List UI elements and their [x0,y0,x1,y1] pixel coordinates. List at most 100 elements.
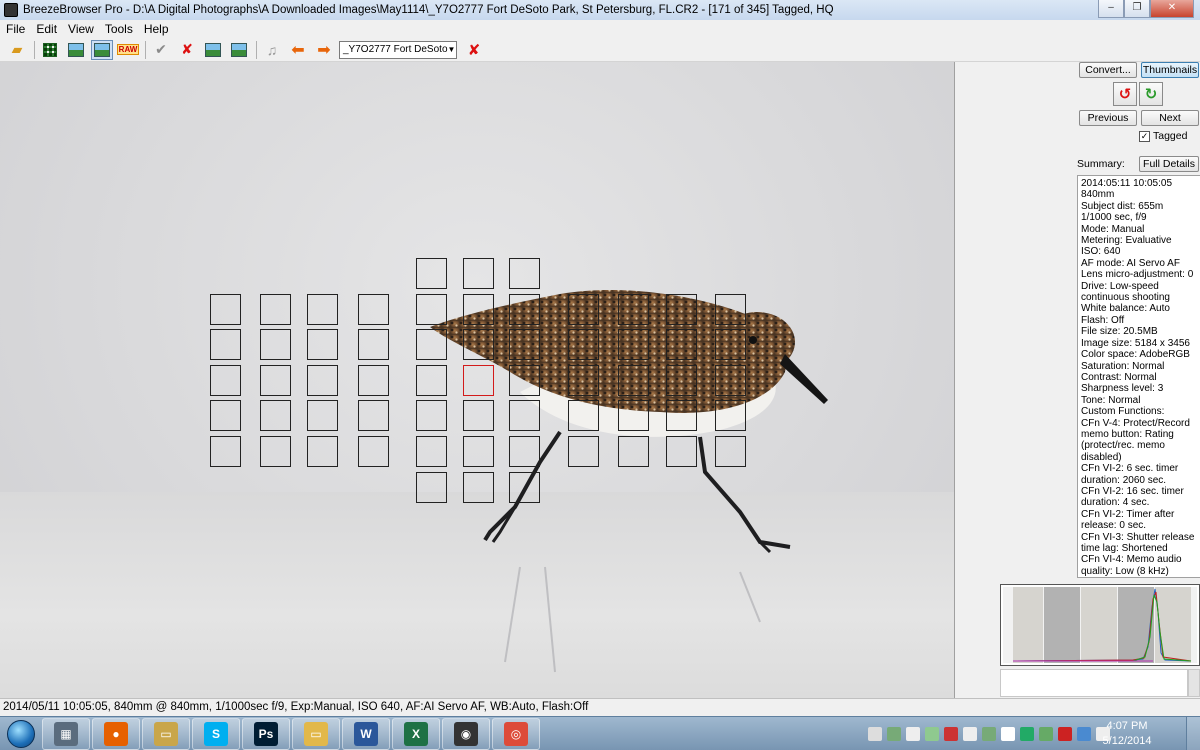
next-image-button[interactable]: ➡ [313,40,335,60]
taskbar-calculator-button[interactable]: ▦ [42,717,90,750]
full-details-button[interactable]: Full Details [1139,156,1199,172]
rotate-left-button[interactable] [202,40,224,60]
delete-button[interactable]: ✘ [463,40,485,60]
raw-convert-button[interactable]: RAW [116,40,140,60]
open-folder-icon: ▰ [11,41,23,57]
af-point [260,329,291,360]
scrollbar[interactable] [1188,669,1200,697]
tagged-checkbox[interactable]: ✓ Tagged [1139,130,1187,142]
thumbnails-button[interactable]: Thumbnails [1141,62,1199,78]
af-point [618,365,649,396]
tray-volume-icon[interactable] [963,727,977,741]
taskbar-firefox-button[interactable]: ● [92,717,140,750]
previous-image-button[interactable]: ⬅ [287,40,309,60]
exif-detail-line: duration: 2060 sec. [1081,474,1167,486]
excel-icon: X [404,721,428,746]
taskbar-photoshop-button[interactable]: Ps [242,717,290,750]
maximize-button[interactable]: ❐ [1124,0,1150,18]
previous-button[interactable]: Previous [1079,110,1137,126]
untag-button[interactable]: ✘ [176,40,198,60]
thumb-preview-icon [68,42,84,57]
thumbnail-preview-button[interactable] [65,40,87,60]
rotate-cw-button[interactable]: ↻ [1139,82,1163,106]
histogram [1000,584,1200,666]
tray-device-icon[interactable] [868,727,882,741]
start-button[interactable] [0,717,42,750]
word-icon: W [354,721,378,746]
exif-detail-line: AF mode: AI Servo AF [1081,257,1180,269]
af-point [568,294,599,325]
tagged-label: Tagged [1153,130,1188,142]
chevron-down-icon: ▼ [447,45,456,54]
taskbar-breezebrowser-button[interactable]: ◉ [442,717,490,750]
window-title: BreezeBrowser Pro - D:\A Digital Photogr… [23,4,834,16]
clock[interactable]: 4:07 PM 5/12/2014 [1092,719,1162,749]
tray-flag-icon[interactable] [1001,727,1015,741]
taskbar-excel-button[interactable]: X [392,717,440,750]
menu-help[interactable]: Help [138,22,174,36]
rotate-right-image-icon [231,42,247,57]
minimize-button[interactable]: – [1098,0,1124,18]
af-point [568,436,599,467]
image-viewer[interactable] [0,62,954,698]
af-point [210,400,241,431]
menu-edit[interactable]: Edit [30,22,62,36]
rotate-cw-icon: ↻ [1144,86,1158,103]
tray-check-icon[interactable] [1020,727,1034,741]
af-point [307,365,338,396]
tray-share-icon[interactable] [982,727,996,741]
af-point [358,329,389,360]
thumbnail-grid-button[interactable] [39,40,61,60]
af-point [358,436,389,467]
open-folder-button[interactable]: ▰ [6,40,28,60]
taskbar-skype-button[interactable]: S [192,717,240,750]
menu-tools[interactable]: Tools [99,22,138,36]
rotate-left-image-icon [205,42,221,57]
exif-detail-line: CFn VI-2: 16 sec. timer [1081,485,1184,497]
grid-icon [43,42,57,57]
tray-acrobat-icon[interactable] [1058,727,1072,741]
tray-shield-icon[interactable] [944,727,958,741]
convert-button[interactable]: Convert... [1079,62,1137,78]
af-point [260,365,291,396]
exif-detail-line: (protect/rec. memo [1081,440,1165,452]
taskbar-word-button[interactable]: W [342,717,390,750]
af-point [260,436,291,467]
af-point [666,294,697,325]
clock-time: 4:07 PM [1106,720,1148,732]
exif-detail-line: Color space: AdobeRGB [1081,349,1190,361]
taskbar-folder-button[interactable]: ▭ [292,717,340,750]
af-point [307,436,338,467]
close-button[interactable]: ✕ [1150,0,1194,18]
next-button[interactable]: Next [1141,110,1199,126]
tray-app-icon[interactable] [1077,727,1091,741]
full-image-button[interactable] [91,39,113,60]
file-dropdown[interactable]: _Y7O2777 Fort DeSoto ▼ [339,40,457,59]
af-point [715,365,746,396]
tray-signal-icon[interactable] [906,727,920,741]
taskbar-chrome-button[interactable]: ◎ [492,717,540,750]
window-controls: – ❐ ✕ [1098,0,1194,18]
taskbar-explorer-button[interactable]: ▭ [142,717,190,750]
tray-sync-icon[interactable] [925,727,939,741]
menu-file[interactable]: File [0,22,30,36]
rotate-right-button[interactable] [228,40,250,60]
audio-button[interactable]: ♫ [261,40,283,60]
af-point [260,294,291,325]
tray-recycle-icon[interactable] [1039,727,1053,741]
tag-button[interactable]: ✔ [150,40,172,60]
system-tray [868,717,1115,750]
tray-network-icon[interactable] [887,727,901,741]
af-point [509,294,540,325]
af-point [666,436,697,467]
folder-icon: ▭ [304,721,328,746]
rotate-ccw-button[interactable]: ↺ [1113,82,1137,106]
af-point [666,329,697,360]
af-point [307,294,338,325]
menu-view[interactable]: View [62,22,99,36]
chrome-icon: ◎ [504,721,528,746]
af-point-selected [463,365,494,396]
info-box [1000,669,1188,697]
show-desktop-button[interactable] [1186,717,1200,750]
exif-detail-line: CFn VI-3: Shutter release [1081,531,1195,543]
